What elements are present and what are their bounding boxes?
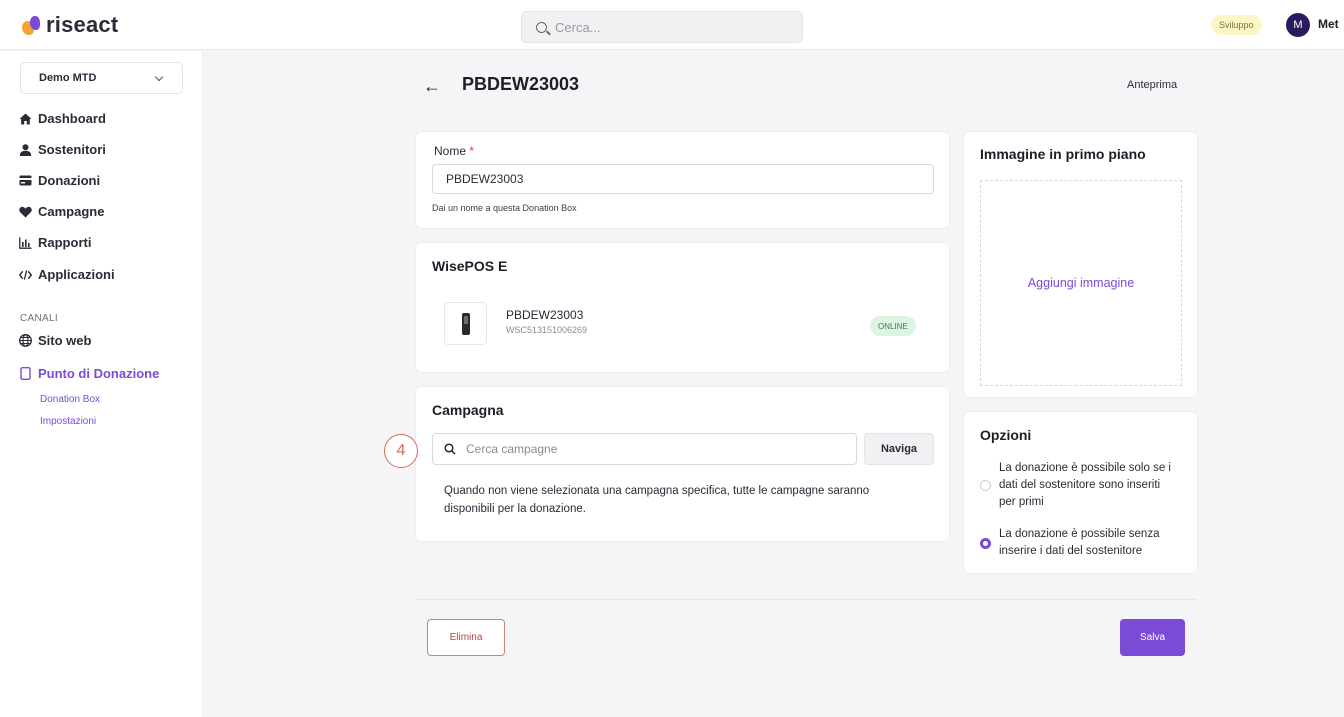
campaign-help-text: Quando non viene selezionata una campagn… bbox=[444, 485, 870, 515]
name-label-text: Nome bbox=[434, 144, 467, 158]
organization-select[interactable]: Demo MTD bbox=[20, 62, 183, 94]
option-without-data[interactable]: La donazione è possibile senza inserire … bbox=[980, 526, 1179, 560]
step-marker: 4 bbox=[384, 434, 418, 468]
option-data-first[interactable]: La donazione è possibile solo se i dati … bbox=[980, 460, 1179, 511]
home-icon bbox=[19, 112, 32, 125]
card-reader-icon bbox=[461, 312, 470, 335]
option-label: La donazione è possibile solo se i dati … bbox=[999, 462, 1171, 508]
logo-icon bbox=[22, 14, 42, 36]
sidebar-item-label: Punto di Donazione bbox=[38, 366, 160, 381]
footer-divider bbox=[416, 599, 1196, 600]
add-image-link[interactable]: Aggiungi immagine bbox=[1028, 276, 1134, 290]
name-input[interactable] bbox=[432, 164, 934, 194]
campaign-search-input[interactable]: Cerca campagne bbox=[432, 433, 857, 465]
add-image-dropzone[interactable]: Aggiungi immagine bbox=[980, 180, 1182, 386]
user-name[interactable]: Met bbox=[1318, 17, 1339, 31]
global-search-input[interactable]: Cerca... bbox=[521, 11, 803, 43]
app-logo[interactable]: riseact bbox=[22, 12, 118, 38]
sidebar-item-label: Dashboard bbox=[38, 111, 106, 126]
campaign-search-placeholder: Cerca campagne bbox=[466, 442, 558, 456]
device-thumbnail bbox=[444, 302, 487, 345]
sidebar-item-donations[interactable]: Donazioni bbox=[19, 173, 100, 188]
globe-icon bbox=[19, 334, 32, 347]
organization-name: Demo MTD bbox=[39, 72, 97, 84]
logo-text: riseact bbox=[46, 12, 119, 37]
required-mark: * bbox=[469, 144, 475, 158]
heart-icon bbox=[19, 205, 32, 218]
options-title: Opzioni bbox=[980, 427, 1032, 443]
device-icon bbox=[19, 367, 32, 380]
sidebar-item-reports[interactable]: Rapporti bbox=[19, 235, 91, 250]
sidebar-subitem-donation-box[interactable]: Donation Box bbox=[40, 394, 100, 405]
option-label: La donazione è possibile senza inserire … bbox=[999, 528, 1160, 557]
device-card-title: WisePOS E bbox=[432, 258, 508, 274]
name-field-label: Nome * bbox=[434, 144, 474, 158]
name-help-text: Dai un nome a questa Donation Box bbox=[432, 203, 577, 213]
channels-section-label: CANALI bbox=[20, 313, 58, 324]
featured-image-card: Immagine in primo piano Aggiungi immagin… bbox=[964, 132, 1197, 397]
sidebar-subitem-settings[interactable]: Impostazioni bbox=[40, 416, 96, 427]
sidebar-item-applications[interactable]: Applicazioni bbox=[19, 267, 115, 282]
chart-icon bbox=[19, 236, 32, 249]
search-placeholder: Cerca... bbox=[555, 19, 601, 35]
sidebar-item-label: Campagne bbox=[38, 204, 105, 219]
name-card: Nome * Dai un nome a questa Donation Box bbox=[416, 132, 949, 228]
sidebar-item-dashboard[interactable]: Dashboard bbox=[19, 111, 106, 126]
campaign-card-title: Campagna bbox=[432, 402, 504, 418]
status-badge: ONLINE bbox=[870, 316, 916, 336]
sidebar-item-donation-point[interactable]: Punto di Donazione bbox=[19, 366, 159, 381]
sidebar-item-label: Applicazioni bbox=[38, 267, 115, 282]
sidebar-item-supporters[interactable]: Sostenitori bbox=[19, 142, 106, 157]
options-card: Opzioni La donazione è possibile solo se… bbox=[964, 412, 1197, 573]
browse-campaigns-button[interactable]: Naviga bbox=[864, 433, 934, 465]
card-icon bbox=[19, 174, 32, 187]
save-button[interactable]: Salva bbox=[1120, 619, 1185, 656]
device-serial: WSC513151006269 bbox=[506, 325, 588, 335]
sidebar: Demo MTD Dashboard Sostenitori Donazioni… bbox=[0, 51, 203, 717]
radio-unchecked[interactable] bbox=[980, 480, 991, 491]
sidebar-item-label: Sito web bbox=[38, 333, 92, 348]
page-title: PBDEW23003 bbox=[462, 74, 580, 94]
code-icon bbox=[19, 268, 32, 281]
device-card: WisePOS E PBDEW23003 WSC513151006269 ONL… bbox=[416, 243, 949, 372]
user-icon bbox=[19, 143, 32, 156]
search-icon bbox=[536, 21, 547, 33]
featured-image-title: Immagine in primo piano bbox=[980, 146, 1146, 162]
sidebar-item-label: Donazioni bbox=[38, 173, 101, 188]
radio-checked[interactable] bbox=[980, 537, 991, 549]
sidebar-item-label: Sostenitori bbox=[38, 142, 106, 157]
delete-button[interactable]: Elimina bbox=[427, 619, 505, 656]
preview-link[interactable]: Anteprima bbox=[1127, 79, 1177, 91]
environment-badge: Sviluppo bbox=[1211, 15, 1262, 35]
top-bar: riseact Cerca... Sviluppo M Met bbox=[0, 0, 1344, 50]
sidebar-item-campaigns[interactable]: Campagne bbox=[19, 204, 104, 219]
back-arrow-icon[interactable]: ← bbox=[423, 76, 441, 97]
campaign-card: Campagna Cerca campagne Naviga Quando no… bbox=[416, 387, 949, 541]
sidebar-item-website[interactable]: Sito web bbox=[19, 333, 91, 348]
user-avatar[interactable]: M bbox=[1286, 13, 1310, 37]
search-icon bbox=[444, 443, 456, 455]
sidebar-item-label: Rapporti bbox=[38, 235, 92, 250]
chevron-down-icon bbox=[154, 72, 164, 81]
device-name: PBDEW23003 bbox=[506, 308, 584, 322]
